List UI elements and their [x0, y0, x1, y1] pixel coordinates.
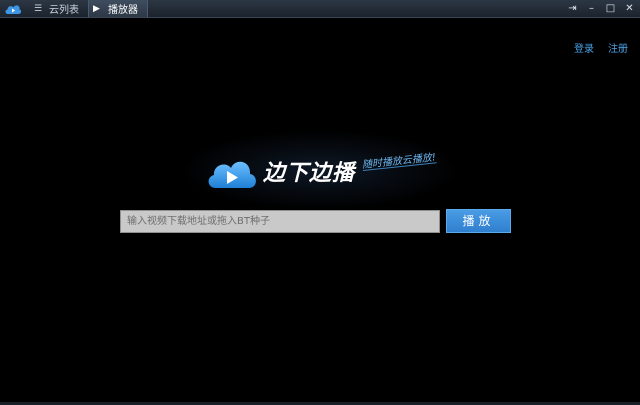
register-link[interactable]: 注册 — [608, 40, 628, 55]
tab-player[interactable]: ▶ 播放器 — [88, 0, 148, 17]
close-icon[interactable]: ✕ — [623, 2, 636, 15]
tab-label: 云列表 — [49, 5, 79, 16]
play-button[interactable]: 播放 — [446, 209, 511, 233]
pin-icon[interactable]: ⇥ — [566, 2, 579, 15]
login-link[interactable]: 登录 — [574, 40, 594, 55]
list-icon: ☰ — [34, 3, 43, 14]
tab-cloud-list[interactable]: ☰ 云列表 — [30, 0, 86, 17]
maximize-icon[interactable]: □ — [604, 2, 617, 15]
auth-links: 登录 注册 — [574, 40, 628, 55]
minimize-icon[interactable]: – — [585, 2, 598, 15]
url-input[interactable] — [120, 210, 440, 233]
play-triangle-icon: ▶ — [93, 3, 100, 14]
cloud-play-icon[interactable] — [4, 1, 22, 16]
tab-label: 播放器 — [108, 5, 138, 16]
brand-name: 边下边播 — [263, 161, 356, 186]
title-bar: ☰ 云列表 ▶ 播放器 ⇥ – □ ✕ — [0, 0, 640, 18]
window-controls: ⇥ – □ ✕ — [566, 0, 636, 17]
cloud-play-icon — [208, 161, 256, 188]
player-window: ☰ 云列表 ▶ 播放器 ⇥ – □ ✕ 登录 注册 边下边播 随时播放云播放! — [0, 0, 640, 405]
